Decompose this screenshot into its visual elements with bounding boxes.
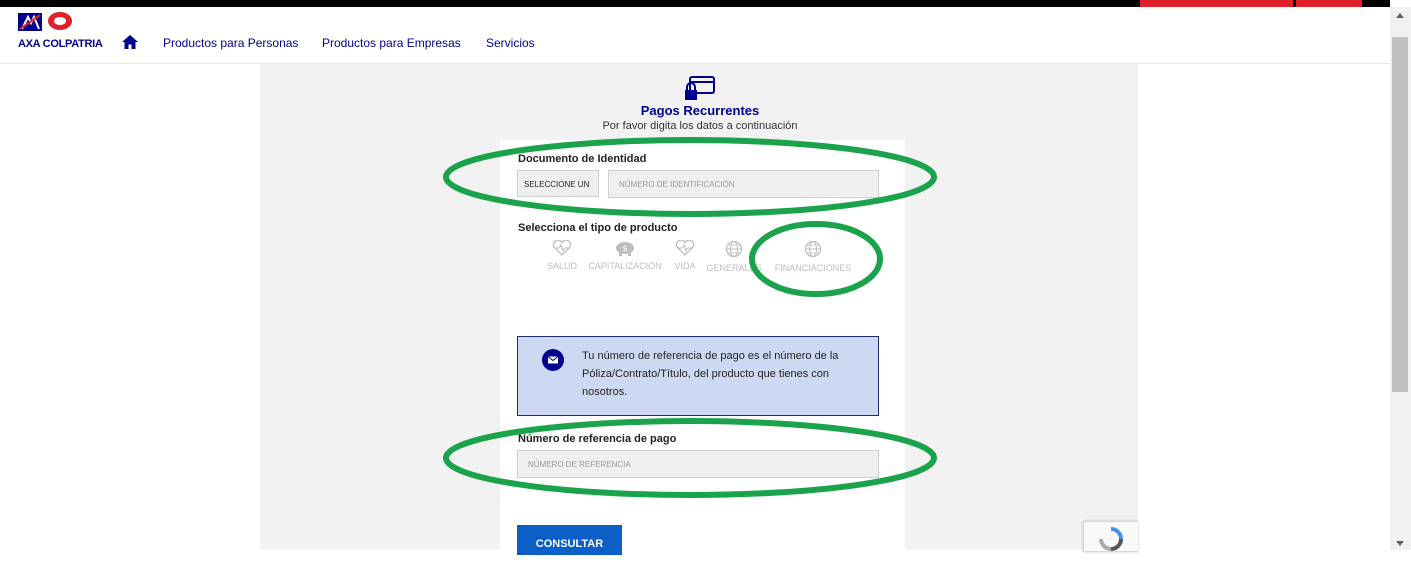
globe-icon: [804, 240, 822, 258]
nav-productos-empresas[interactable]: Productos para Empresas: [322, 36, 461, 50]
product-capitalizacion[interactable]: $ CAPITALIZACIÓN: [586, 240, 664, 271]
globe-icon: [725, 240, 743, 258]
page-subtitle: Por favor digita los datos a continuació…: [602, 120, 798, 132]
document-label: Documento de Identidad: [518, 153, 647, 165]
top-bar-red-button-right[interactable]: [1296, 0, 1362, 7]
mail-icon: [542, 349, 564, 371]
product-label: VIDA: [674, 261, 696, 271]
product-label: SALUD: [546, 261, 577, 271]
product-financiaciones[interactable]: FINANCIACIONES: [772, 240, 854, 273]
scroll-down-arrow-icon[interactable]: [1396, 541, 1404, 546]
nav-productos-personas[interactable]: Productos para Personas: [163, 36, 298, 50]
site-header: AXA COLPATRIA Productos para Personas Pr…: [0, 7, 1390, 64]
piggy-bank-icon: $: [616, 242, 634, 256]
scroll-thumb[interactable]: [1392, 37, 1408, 392]
heart-pulse-icon: [675, 240, 695, 256]
card-lock-icon: [685, 76, 715, 100]
recaptcha-badge[interactable]: [1083, 521, 1138, 552]
consultar-button[interactable]: CONSULTAR: [517, 525, 622, 555]
product-generales[interactable]: GENERALES: [706, 240, 762, 273]
svg-text:$: $: [622, 244, 627, 253]
top-bar: [0, 0, 1390, 7]
info-text: Tu número de referencia de pago es el nú…: [582, 350, 839, 398]
reference-label: Número de referencia de pago: [518, 433, 677, 445]
product-type-label: Selecciona el tipo de producto: [518, 222, 678, 234]
product-salud[interactable]: SALUD: [543, 240, 581, 271]
reference-input[interactable]: NÚMERO DE REFERENCIA: [517, 450, 879, 478]
heart-pulse-icon: [552, 240, 572, 256]
product-label: FINANCIACIONES: [774, 263, 852, 273]
product-vida[interactable]: VIDA: [670, 240, 700, 271]
product-label: GENERALES: [706, 263, 762, 273]
home-icon[interactable]: [122, 35, 138, 49]
brand-name: AXA COLPATRIA: [18, 38, 103, 50]
scroll-up-arrow-icon[interactable]: [1396, 13, 1404, 18]
page-title: Pagos Recurrentes: [640, 103, 760, 118]
product-label: CAPITALIZACIÓN: [588, 261, 662, 271]
info-box: Tu número de referencia de pago es el nú…: [517, 336, 879, 416]
nav-servicios[interactable]: Servicios: [486, 36, 535, 50]
vertical-scrollbar[interactable]: [1390, 7, 1411, 550]
id-number-input[interactable]: NÚMERO DE IDENTIFICACIÓN: [608, 170, 879, 198]
top-bar-red-button-left[interactable]: [1140, 0, 1293, 7]
recaptcha-icon: [1099, 527, 1123, 551]
document-type-select[interactable]: SELECCIONE UN: [517, 170, 599, 197]
